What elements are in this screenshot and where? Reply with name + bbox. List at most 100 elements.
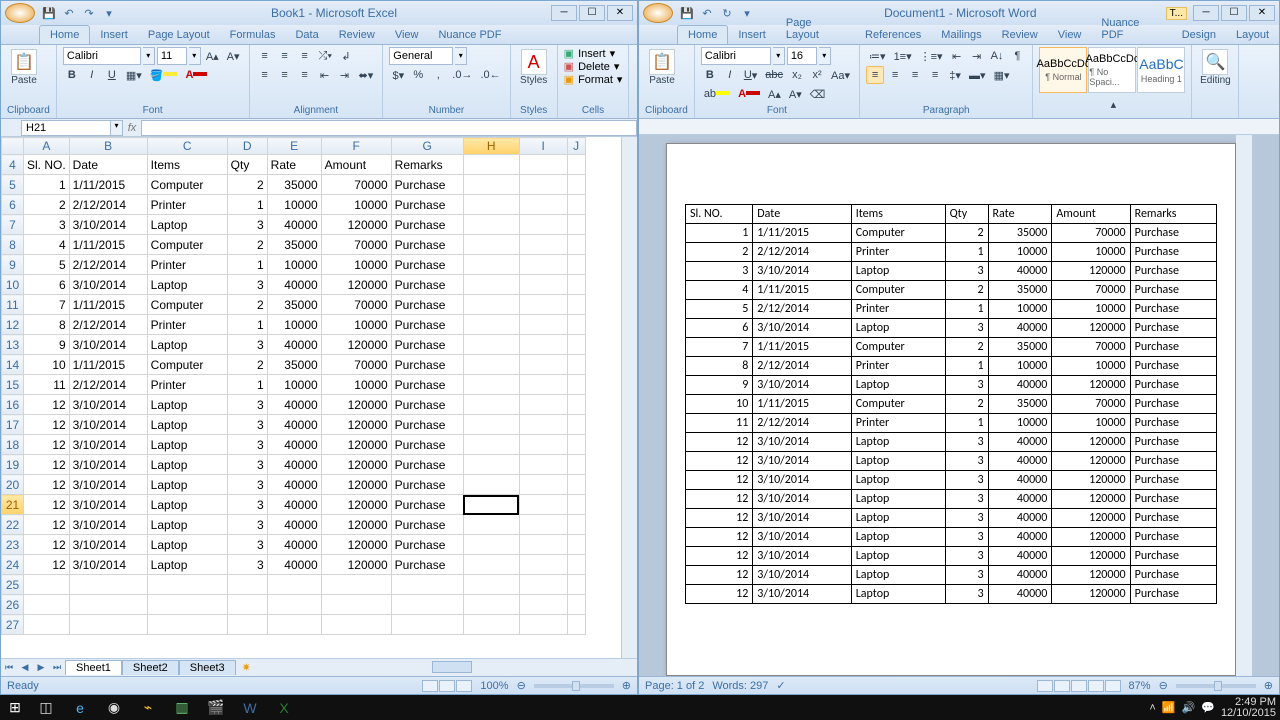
justify-icon[interactable]: ≡ [926, 66, 944, 84]
redo-icon[interactable]: ↻ [719, 5, 735, 21]
status-words[interactable]: Words: 297 [712, 680, 768, 692]
excel-vertical-scrollbar[interactable] [621, 137, 637, 658]
clear-formatting-icon[interactable]: ⌫ [807, 85, 829, 103]
draft-icon[interactable] [1105, 680, 1121, 692]
percent-icon[interactable]: % [409, 66, 427, 84]
row-header-4[interactable]: 4 [2, 155, 24, 175]
row-header-27[interactable]: 27 [2, 615, 24, 635]
col-header-B[interactable]: B [69, 138, 147, 155]
worksheet-grid[interactable]: ABCDEFGHIJ4Sl. NO.DateItemsQtyRateAmount… [1, 137, 586, 635]
qat-more-icon[interactable]: ▾ [101, 5, 117, 21]
col-header-D[interactable]: D [227, 138, 267, 155]
font-size-dd[interactable]: ▾ [189, 47, 201, 65]
row-header-14[interactable]: 14 [2, 355, 24, 375]
outline-icon[interactable] [1088, 680, 1104, 692]
shrink-font-icon[interactable]: A▾ [786, 85, 805, 103]
row-header-13[interactable]: 13 [2, 335, 24, 355]
number-format-combo[interactable] [389, 47, 453, 65]
task-view-icon[interactable]: ◫ [32, 697, 60, 719]
tab-view[interactable]: View [385, 26, 429, 44]
row-header-22[interactable]: 22 [2, 515, 24, 535]
increase-indent-icon[interactable]: ⇥ [336, 66, 354, 84]
font-name-dd[interactable]: ▾ [143, 47, 155, 65]
grow-font-icon[interactable]: A▴ [765, 85, 784, 103]
tab-page-layout[interactable]: Page Layout [776, 14, 855, 44]
row-header-6[interactable]: 6 [2, 195, 24, 215]
notifications-icon[interactable]: 💬 [1201, 701, 1215, 714]
row-header-15[interactable]: 15 [2, 375, 24, 395]
currency-icon[interactable]: $▾ [389, 66, 407, 84]
tab-data[interactable]: Data [285, 26, 328, 44]
styles-button[interactable]: AStyles [517, 47, 551, 86]
tab-formulas[interactable]: Formulas [220, 26, 286, 44]
minimize-button[interactable]: ─ [551, 5, 577, 21]
tab-home[interactable]: Home [677, 25, 728, 44]
tab-references[interactable]: References [855, 26, 931, 44]
normal-view-icon[interactable] [422, 680, 438, 692]
zoom-level[interactable]: 87% [1129, 680, 1151, 692]
sheet-tab-sheet1[interactable]: Sheet1 [65, 660, 122, 675]
style--no-spaci-[interactable]: AaBbCcDc¶ No Spaci... [1088, 47, 1136, 93]
tab-mailings[interactable]: Mailings [931, 26, 991, 44]
bold-button[interactable]: B [701, 66, 719, 84]
paste-button[interactable]: 📋Paste [7, 47, 41, 86]
row-header-20[interactable]: 20 [2, 475, 24, 495]
comma-icon[interactable]: , [429, 66, 447, 84]
row-header-17[interactable]: 17 [2, 415, 24, 435]
row-header-11[interactable]: 11 [2, 295, 24, 315]
sheet-nav-last[interactable]: ⏭ [49, 662, 65, 673]
superscript-button[interactable]: x² [808, 66, 826, 84]
autosum-icon[interactable]: Σ▾ [635, 60, 637, 78]
zoom-level[interactable]: 100% [480, 680, 508, 692]
font-size-combo[interactable] [787, 47, 817, 65]
delete-cells-icon[interactable]: ▣ [564, 60, 574, 73]
spellcheck-icon[interactable]: ✓ [776, 679, 785, 692]
subscript-button[interactable]: x₂ [788, 66, 806, 84]
row-header-23[interactable]: 23 [2, 535, 24, 555]
volume-icon[interactable]: 🔊 [1182, 701, 1196, 714]
highlight-button[interactable]: ab [701, 85, 733, 103]
editing-button[interactable]: 🔍Editing [1198, 47, 1232, 86]
bullets-icon[interactable]: ≔▾ [866, 47, 889, 65]
row-header-21[interactable]: 21 [2, 495, 24, 515]
sheet-tab-sheet3[interactable]: Sheet3 [179, 660, 236, 675]
font-color-button[interactable]: A [735, 85, 763, 103]
shrink-font-icon[interactable]: A▾ [224, 47, 243, 65]
tab-review[interactable]: Review [992, 26, 1048, 44]
tab-review[interactable]: Review [329, 26, 385, 44]
windows-taskbar[interactable]: ⊞ ◫ e ◉ ⌁ ▥ 🎬 W X ˄ 📶 🔊 💬 2:49 PM12/10/2… [0, 695, 1280, 720]
row-header-10[interactable]: 10 [2, 275, 24, 295]
network-icon[interactable]: 📶 [1162, 701, 1176, 714]
excel-taskbar-icon[interactable]: X [270, 697, 298, 719]
tab-design[interactable]: Design [1172, 26, 1226, 44]
align-bottom-icon[interactable]: ≡ [296, 47, 314, 65]
tab-home[interactable]: Home [39, 25, 90, 44]
bold-button[interactable]: B [63, 66, 81, 84]
row-header-16[interactable]: 16 [2, 395, 24, 415]
word-table[interactable]: Sl. NO.DateItemsQtyRateAmountRemarks11/1… [685, 204, 1217, 604]
tab-nuance-pdf[interactable]: Nuance PDF [428, 26, 511, 44]
font-name-combo[interactable] [63, 47, 141, 65]
row-header-24[interactable]: 24 [2, 555, 24, 575]
line-spacing-icon[interactable]: ‡▾ [946, 66, 964, 84]
tab-insert[interactable]: Insert [728, 26, 776, 44]
undo-icon[interactable]: ↶ [699, 5, 715, 21]
web-layout-icon[interactable] [1071, 680, 1087, 692]
system-clock[interactable]: 2:49 PM12/10/2015 [1221, 697, 1276, 719]
save-icon[interactable]: 💾 [679, 5, 695, 21]
italic-button[interactable]: I [721, 66, 739, 84]
formula-bar[interactable] [141, 120, 637, 136]
increase-decimal-icon[interactable]: .0→ [449, 66, 475, 84]
row-header-9[interactable]: 9 [2, 255, 24, 275]
fill-color-button[interactable]: 🪣 [147, 66, 181, 84]
fill-icon[interactable]: ⬇▾ [635, 91, 637, 109]
grow-font-icon[interactable]: A▴ [203, 47, 222, 65]
maximize-button[interactable]: ☐ [579, 5, 605, 21]
word-ruler[interactable] [639, 119, 1279, 135]
font-color-button[interactable]: A [182, 66, 210, 84]
style-heading-1[interactable]: AaBbCHeading 1 [1137, 47, 1185, 93]
decrease-decimal-icon[interactable]: .0← [477, 66, 503, 84]
start-button[interactable]: ⊞ [4, 697, 26, 719]
fx-icon[interactable]: fx [123, 122, 141, 134]
tab-insert[interactable]: Insert [90, 26, 138, 44]
